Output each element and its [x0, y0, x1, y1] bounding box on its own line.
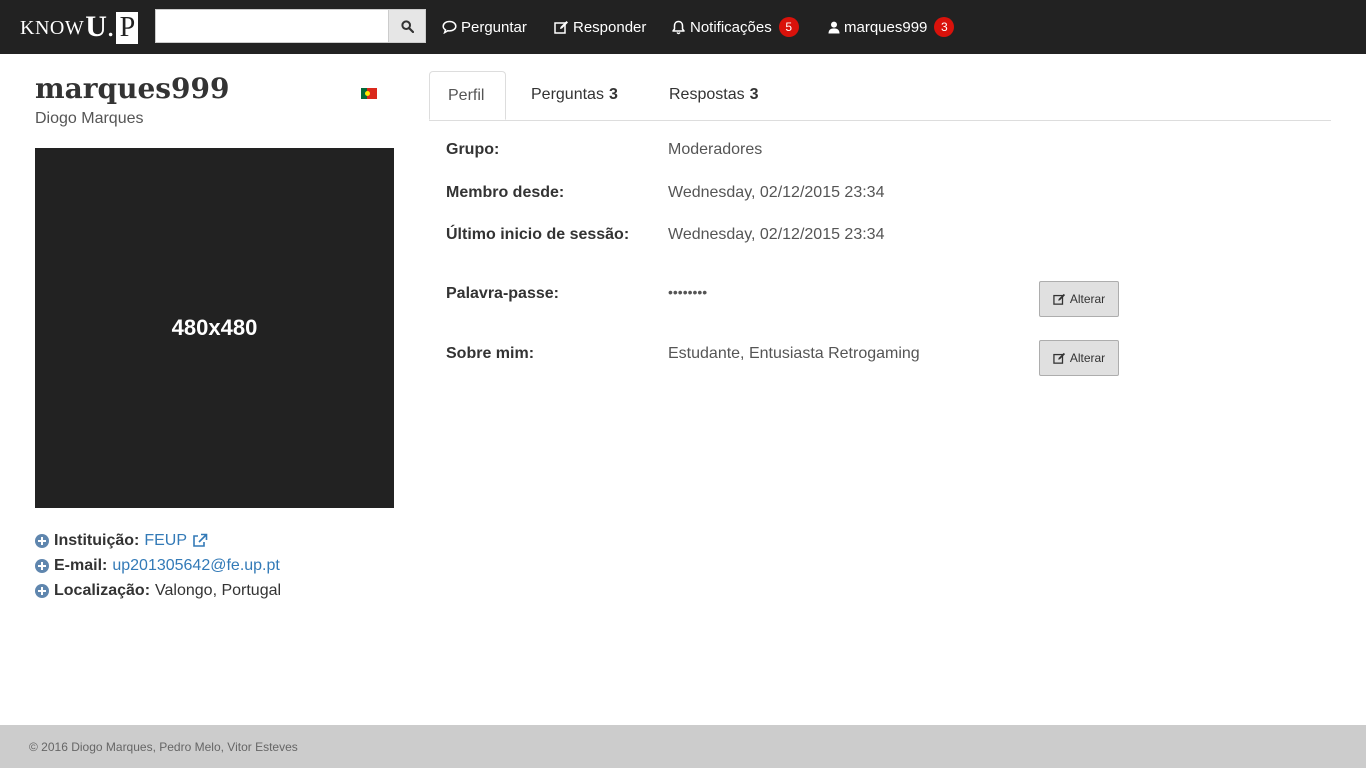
alter-password-button[interactable]: Alterar — [1039, 281, 1119, 317]
password-value: •••••••• — [668, 284, 708, 300]
edit-icon — [554, 21, 568, 34]
alter-about-button[interactable]: Alterar — [1039, 340, 1119, 376]
nav-perguntar-label: Perguntar — [461, 18, 527, 36]
nav-responder-label: Responder — [573, 18, 647, 36]
email-link[interactable]: up201305642@fe.up.pt — [112, 557, 280, 575]
edit-icon — [1053, 293, 1065, 305]
group-value: Moderadores — [668, 141, 763, 158]
plus-circle-icon — [35, 558, 49, 573]
nav-notificacoes[interactable]: Notificações 5 — [671, 0, 799, 54]
nav-notificacoes-label: Notificações — [690, 18, 772, 36]
search-button[interactable] — [389, 9, 426, 43]
navbar: KNOW U . P Perguntar Responder Notificaç… — [0, 0, 1366, 54]
brand-u: U — [85, 10, 107, 43]
comment-icon — [442, 20, 457, 34]
search-icon — [400, 19, 414, 33]
profile-info-list: Instituição: FEUP E-mail: up201305642@fe… — [35, 528, 281, 603]
plus-circle-icon — [35, 533, 49, 548]
last-login-value: Wednesday, 02/12/2015 23:34 — [668, 226, 885, 243]
footer-copyright: © 2016 Diogo Marques, Pedro Melo, Vitor … — [29, 739, 298, 754]
member-since-label: Membro desde: — [446, 184, 565, 201]
notifications-badge: 5 — [778, 17, 799, 37]
member-since-value: Wednesday, 02/12/2015 23:34 — [668, 184, 885, 201]
brand-p: P — [116, 12, 139, 44]
location-label: Localização: — [54, 581, 151, 599]
user-badge: 3 — [934, 17, 955, 37]
profile-fullname: Diogo Marques — [35, 110, 144, 127]
external-link-icon[interactable] — [192, 533, 208, 548]
brand-dot: . — [106, 10, 115, 43]
alter-about-label: Alterar — [1069, 351, 1106, 365]
portugal-flag-icon — [361, 88, 377, 99]
nav-user-menu[interactable]: marques999 3 — [828, 0, 955, 54]
tab-respostas-count: 3 — [749, 86, 759, 103]
footer: © 2016 Diogo Marques, Pedro Melo, Vitor … — [0, 725, 1366, 768]
edit-icon — [1053, 352, 1065, 364]
password-label: Palavra-passe: — [446, 285, 559, 302]
profile-username: marques999 — [35, 72, 230, 105]
about-value: Estudante, Entusiasta Retrogaming — [668, 345, 920, 362]
nav-perguntar[interactable]: Perguntar — [442, 0, 527, 54]
info-email: E-mail: up201305642@fe.up.pt — [35, 553, 281, 578]
profile-tabs: Perfil Perguntas 3 Respostas 3 — [429, 71, 1331, 121]
brand-logo[interactable]: KNOW U . P — [20, 10, 139, 44]
tab-perfil[interactable]: Perfil — [429, 71, 506, 120]
nav-responder[interactable]: Responder — [554, 0, 646, 54]
tab-perguntas-label: Perguntas — [531, 86, 604, 103]
institution-link[interactable]: FEUP — [144, 532, 187, 550]
brand-know: KNOW — [20, 17, 85, 39]
tab-perguntas-count: 3 — [608, 86, 618, 103]
avatar-placeholder-text: 480x480 — [171, 315, 258, 340]
email-label: E-mail: — [54, 556, 108, 574]
location-value: Valongo, Portugal — [155, 581, 282, 599]
plus-circle-icon — [35, 583, 49, 598]
nav-username-label: marques999 — [844, 18, 928, 36]
bell-icon — [672, 20, 685, 34]
search-input[interactable] — [155, 9, 389, 43]
info-institution: Instituição: FEUP — [35, 528, 281, 553]
tab-respostas[interactable]: Respostas 3 — [651, 71, 777, 119]
alter-password-label: Alterar — [1069, 292, 1106, 306]
tab-perguntas[interactable]: Perguntas 3 — [513, 71, 636, 119]
about-label: Sobre mim: — [446, 345, 535, 362]
institution-label: Instituição: — [54, 531, 140, 549]
tab-perfil-label: Perfil — [448, 86, 485, 104]
search-box — [155, 9, 427, 43]
user-icon — [828, 21, 840, 33]
group-label: Grupo: — [446, 141, 500, 158]
avatar: 480x480 — [35, 148, 394, 508]
tab-respostas-label: Respostas — [669, 86, 745, 103]
info-location: Localização: Valongo, Portugal — [35, 578, 281, 603]
last-login-label: Último inicio de sessão: — [446, 226, 630, 243]
